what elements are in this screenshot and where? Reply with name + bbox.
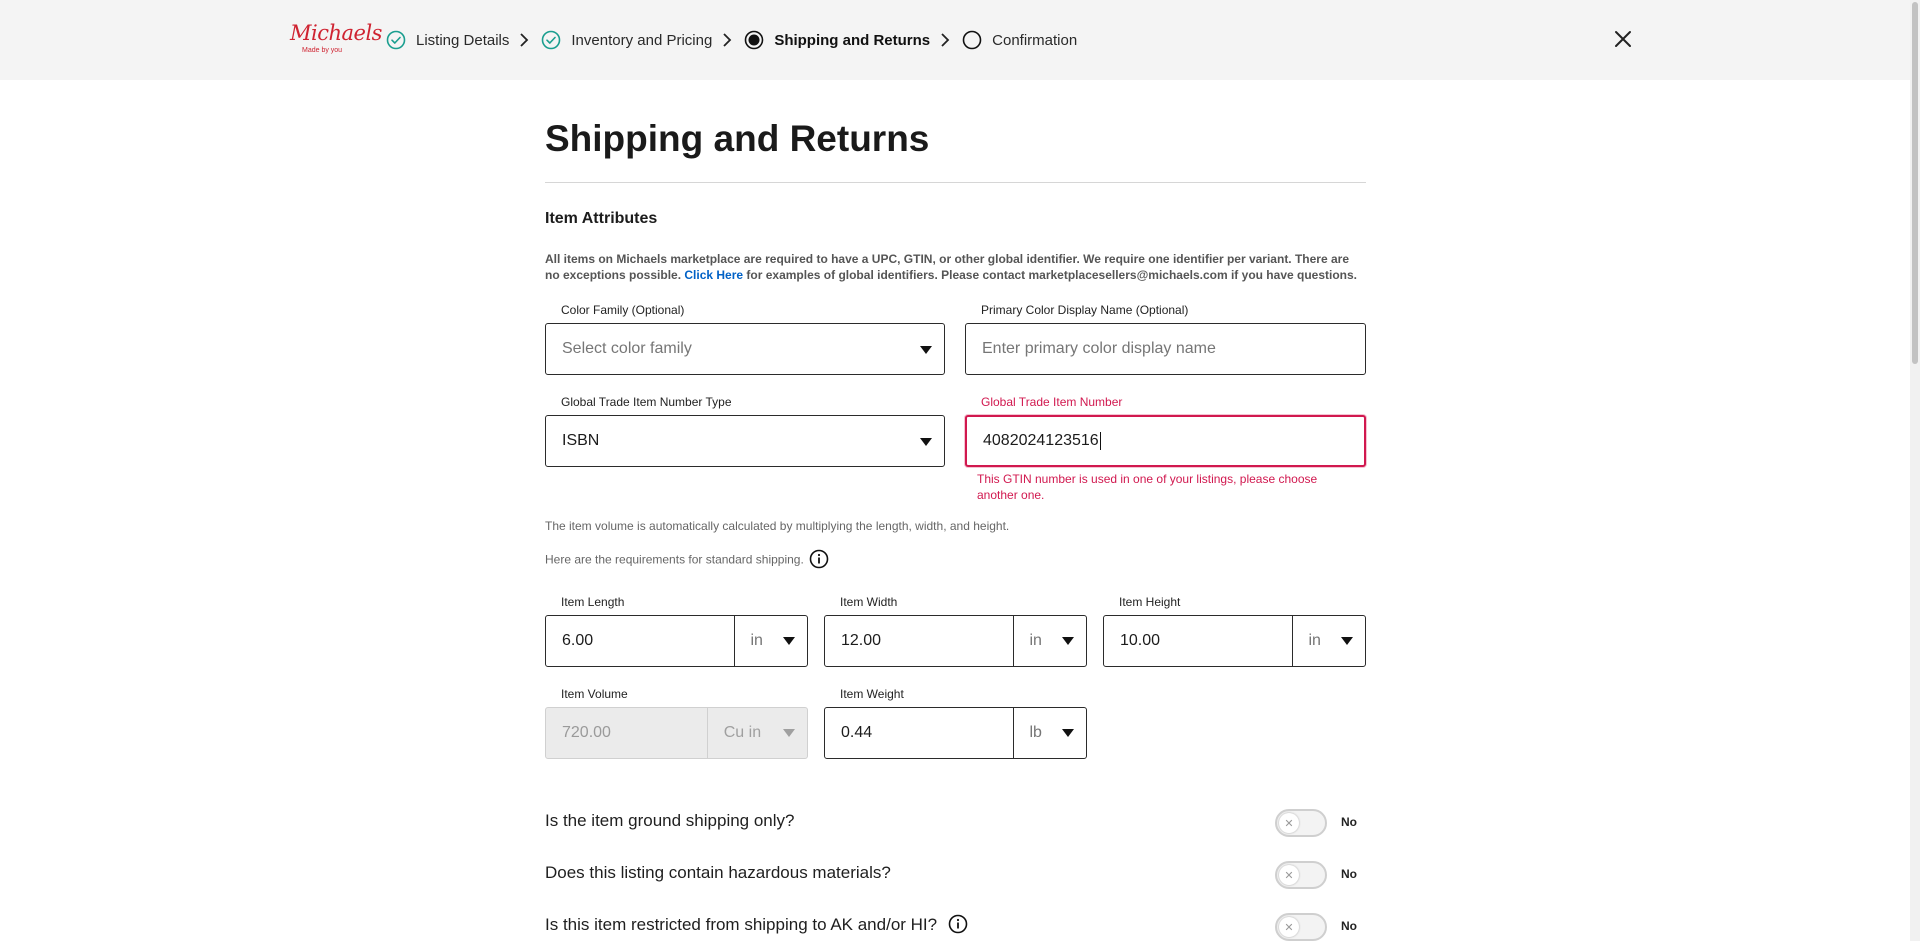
item-weight-label: Item Weight [840, 687, 904, 701]
check-circle-icon [386, 30, 406, 50]
logo-tagline: Made by you [302, 47, 343, 54]
shipping-note: Here are the requirements for standard s… [545, 549, 829, 569]
ground-shipping-question: Is the item ground shipping only? [545, 811, 795, 830]
hazardous-materials-toggle[interactable]: ✕ [1275, 861, 1327, 889]
info-icon[interactable] [948, 914, 968, 934]
color-family-placeholder: Select color family [562, 340, 692, 357]
gtin-input[interactable]: 4082024123516 [965, 415, 1366, 467]
item-height-unit-select[interactable]: in [1293, 616, 1366, 666]
caret-down-icon [1062, 729, 1074, 737]
item-weight-input[interactable]: 0.44 [825, 708, 1014, 758]
item-length-input[interactable]: 6.00 [546, 616, 735, 666]
item-volume-unit-select: Cu in [708, 708, 807, 758]
caret-down-icon [1062, 637, 1074, 645]
chevron-right-icon [723, 33, 732, 47]
page-title: Shipping and Returns [545, 118, 930, 159]
info-text-part: for examples of global identifiers. Plea… [743, 268, 1357, 282]
volume-note: The item volume is automatically calcula… [545, 519, 1010, 533]
step-label: Listing Details [416, 31, 510, 49]
step-shipping-returns[interactable]: Shipping and Returns [744, 30, 930, 50]
gtin-error-message: This GTIN number is used in one of your … [977, 472, 1318, 502]
gtin-label: Global Trade Item Number [981, 395, 1123, 409]
unit-value: Cu in [723, 724, 762, 741]
ak-hi-restriction-toggle-label: No [1341, 919, 1357, 933]
item-width-field: 12.00 in [824, 615, 1087, 667]
item-length-label: Item Length [561, 595, 625, 609]
primary-color-label: Primary Color Display Name (Optional) [981, 303, 1189, 317]
unit-value: lb [1029, 724, 1042, 741]
item-width-input[interactable]: 12.00 [825, 616, 1014, 666]
item-weight-field: 0.44 lb [824, 707, 1087, 759]
hazardous-materials-toggle-label: No [1341, 867, 1357, 881]
step-label: Shipping and Returns [774, 31, 931, 49]
scrollbar-thumb[interactable] [1912, 2, 1918, 364]
item-width-unit-select[interactable]: in [1014, 616, 1087, 666]
item-volume-input: 720.00 [546, 708, 708, 758]
hazardous-materials-question: Does this listing contain hazardous mate… [545, 863, 891, 882]
text-cursor [1099, 432, 1101, 450]
step-listing-details[interactable]: Listing Details [386, 30, 509, 50]
color-family-label: Color Family (Optional) [561, 303, 685, 317]
gtin-type-select[interactable]: ISBN [545, 415, 945, 467]
item-height-field: 10.00 in [1103, 615, 1366, 667]
chevron-right-icon [520, 33, 529, 47]
ground-shipping-toggle[interactable]: ✕ [1275, 809, 1327, 837]
chevron-right-icon [941, 33, 950, 47]
color-family-select[interactable]: Select color family [545, 323, 945, 375]
gtin-type-value: ISBN [562, 432, 600, 449]
gtin-value: 4082024123516 [983, 432, 1099, 449]
primary-color-placeholder: Enter primary color display name [982, 340, 1216, 357]
item-volume-field: 720.00 Cu in [545, 707, 808, 759]
check-circle-icon [542, 30, 561, 50]
ak-hi-restriction-toggle[interactable]: ✕ [1275, 913, 1327, 941]
radio-empty-icon [962, 30, 982, 50]
toggle-off-icon: ✕ [1279, 813, 1299, 833]
unit-value: in [1029, 632, 1042, 649]
caret-down-icon [1341, 637, 1353, 645]
item-volume-label: Item Volume [561, 687, 628, 701]
item-weight-unit-select[interactable]: lb [1014, 708, 1087, 758]
ak-hi-restriction-text: Is this item restricted from shipping to… [545, 915, 938, 934]
item-height-input[interactable]: 10.00 [1104, 616, 1293, 666]
radio-filled-icon [745, 30, 764, 50]
step-label: Confirmation [992, 31, 1078, 49]
toggle-off-icon: ✕ [1279, 917, 1299, 937]
identifier-info-text: All items on Michaels marketplace are re… [545, 251, 1366, 283]
caret-down-icon [920, 438, 932, 446]
gtin-type-label: Global Trade Item Number Type [561, 395, 732, 409]
step-label: Inventory and Pricing [571, 31, 713, 49]
caret-down-icon [783, 729, 795, 737]
item-length-unit-select[interactable]: in [735, 616, 808, 666]
section-title: Item Attributes [545, 210, 658, 227]
unit-value: in [1308, 632, 1321, 649]
ak-hi-restriction-question: Is this item restricted from shipping to… [545, 914, 968, 935]
item-length-field: 6.00 in [545, 615, 808, 667]
unit-value: in [750, 632, 763, 649]
caret-down-icon [920, 346, 932, 354]
step-inventory-pricing[interactable]: Inventory and Pricing [541, 30, 712, 50]
logo-wordmark: Michaels [290, 21, 382, 45]
progress-stepper: Listing Details Inventory and Pricing Sh… [386, 28, 1077, 52]
item-height-label: Item Height [1119, 595, 1181, 609]
ground-shipping-toggle-label: No [1341, 815, 1357, 829]
caret-down-icon [783, 637, 795, 645]
divider [545, 182, 1366, 183]
shipping-note-text: Here are the requirements for standard s… [545, 552, 804, 567]
primary-color-input[interactable]: Enter primary color display name [965, 323, 1366, 375]
item-width-label: Item Width [840, 595, 898, 609]
close-icon[interactable] [1613, 29, 1633, 49]
step-confirmation[interactable]: Confirmation [962, 30, 1077, 50]
top-navigation-bar: Michaels Made by you Listing Details Inv… [0, 0, 1910, 80]
click-here-link[interactable]: Click Here [684, 268, 743, 282]
michaels-logo[interactable]: Michaels Made by you [290, 21, 382, 56]
info-icon[interactable] [809, 549, 829, 569]
toggle-off-icon: ✕ [1279, 865, 1299, 885]
page-scrollbar[interactable] [1910, 0, 1920, 941]
